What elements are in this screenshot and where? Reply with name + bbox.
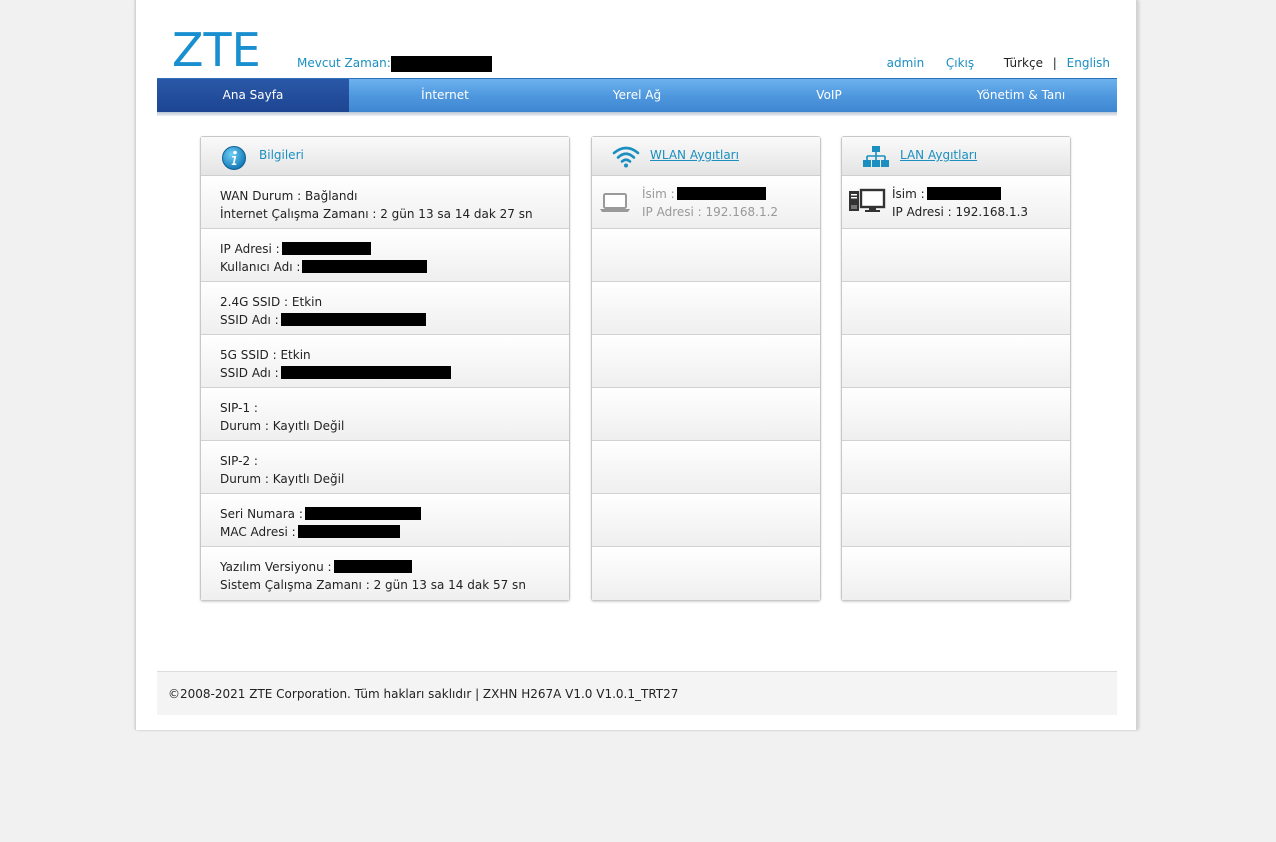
svg-text:ZTE: ZTE <box>172 26 261 72</box>
info-row-5g: 5G SSID : Etkin SSID Adı : <box>201 335 569 388</box>
info-panel: Bilgileri WAN Durum : Bağlandı İnternet … <box>200 136 570 601</box>
lan-device-ip-value: 192.168.1.3 <box>955 205 1029 219</box>
desktop-computer-icon <box>848 188 886 216</box>
sip2-label: SIP-2 <box>220 454 251 468</box>
info-icon <box>221 145 247 170</box>
lan-empty-row <box>842 229 1070 282</box>
ssid-24g-name-redacted <box>280 313 426 326</box>
current-time-label: Mevcut Zaman: <box>297 56 391 70</box>
wlan-device-ip-value: 192.168.1.2 <box>705 205 779 219</box>
wlan-empty-row <box>592 388 820 441</box>
zte-logo: ZTE <box>172 26 262 72</box>
wlan-device-name-redacted <box>676 187 766 200</box>
wlan-empty-row <box>592 494 820 547</box>
footer-copyright: ©2008-2021 ZTE Corporation. Tüm hakları … <box>168 687 679 701</box>
lan-device-ip-label: IP Adresi <box>892 205 944 219</box>
wlan-device-row[interactable]: İsim : IP Adresi : 192.168.1.2 <box>592 176 820 229</box>
software-version-label: Yazılım Versiyonu <box>220 560 324 574</box>
info-row-wan: WAN Durum : Bağlandı İnternet Çalışma Za… <box>201 176 569 229</box>
nav-internet[interactable]: İnternet <box>349 79 541 112</box>
sip2-status-value: Kayıtlı Değil <box>272 472 345 486</box>
lan-device-row[interactable]: İsim : IP Adresi : 192.168.1.3 <box>842 176 1070 229</box>
username-label: Kullanıcı Adı <box>220 260 293 274</box>
ssid-24g-value: Etkin <box>291 295 323 309</box>
info-panel-title: Bilgileri <box>259 148 304 162</box>
nav-yonetim-tani[interactable]: Yönetim & Tanı <box>925 79 1117 112</box>
ip-address-label: IP Adresi <box>220 242 272 256</box>
lan-empty-row <box>842 282 1070 335</box>
sip1-label: SIP-1 <box>220 401 251 415</box>
internet-uptime-value: 2 gün 13 sa 14 dak 27 sn <box>380 207 533 221</box>
ssid-24g-name-label: SSID Adı <box>220 313 271 327</box>
wlan-devices-link[interactable]: WLAN Aygıtları <box>650 148 739 162</box>
ssid-24g-label: 2.4G SSID <box>220 295 281 309</box>
laptop-icon <box>598 188 632 216</box>
lang-english-link[interactable]: English <box>1067 56 1110 70</box>
software-version-redacted <box>333 560 412 573</box>
wlan-empty-row <box>592 441 820 494</box>
main-nav: Ana Sayfa İnternet Yerel Ağ VoIP Yönetim… <box>157 78 1117 116</box>
ssid-5g-name-label: SSID Adı <box>220 366 271 380</box>
lan-device-name-label: İsim <box>892 187 917 201</box>
wlan-panel-header: WLAN Aygıtları <box>592 137 820 176</box>
current-time-value-redacted <box>391 56 492 72</box>
lan-devices-link[interactable]: LAN Aygıtları <box>900 148 977 162</box>
logout-link[interactable]: Çıkış <box>946 56 974 70</box>
lan-empty-row <box>842 547 1070 600</box>
top-links: admin Çıkış Türkçe | English <box>887 56 1110 70</box>
system-uptime-value: 2 gün 13 sa 14 dak 57 sn <box>373 578 526 592</box>
lan-empty-row <box>842 441 1070 494</box>
lan-panel-header: LAN Aygıtları <box>842 137 1070 176</box>
info-row-24g: 2.4G SSID : Etkin SSID Adı : <box>201 282 569 335</box>
lan-empty-row <box>842 335 1070 388</box>
footer: ©2008-2021 ZTE Corporation. Tüm hakları … <box>157 671 1117 715</box>
nav-voip[interactable]: VoIP <box>733 79 925 112</box>
wlan-empty-row <box>592 229 820 282</box>
ssid-5g-name-redacted <box>280 366 451 379</box>
lan-empty-row <box>842 494 1070 547</box>
lan-empty-row <box>842 388 1070 441</box>
admin-link[interactable]: admin <box>887 56 925 70</box>
internet-uptime-label: İnternet Çalışma Zamanı <box>220 207 369 221</box>
wan-status-label: WAN Durum <box>220 189 294 203</box>
network-icon <box>862 145 889 169</box>
wlan-panel: WLAN Aygıtları İsim : IP Adresi : 192.16… <box>591 136 821 601</box>
wlan-device-ip-label: IP Adresi <box>642 205 694 219</box>
ssid-5g-value: Etkin <box>280 348 311 362</box>
serial-number-label: Seri Numara <box>220 507 295 521</box>
nav-ana-sayfa[interactable]: Ana Sayfa <box>157 79 349 112</box>
system-uptime-label: Sistem Çalışma Zamanı <box>220 578 362 592</box>
nav-yerel-ag[interactable]: Yerel Ağ <box>541 79 733 112</box>
serial-number-redacted <box>304 507 421 520</box>
lan-device-name-redacted <box>926 187 1001 200</box>
wifi-icon <box>612 145 640 169</box>
wlan-device-name-label: İsim <box>642 187 667 201</box>
wlan-empty-row <box>592 547 820 600</box>
mac-address-redacted <box>297 525 400 538</box>
sip1-status-label: Durum <box>220 419 262 433</box>
info-row-sip2: SIP-2 : Durum : Kayıtlı Değil <box>201 441 569 494</box>
sip1-status-value: Kayıtlı Değil <box>272 419 345 433</box>
username-redacted <box>302 260 428 273</box>
ssid-5g-label: 5G SSID <box>220 348 269 362</box>
info-row-sip1: SIP-1 : Durum : Kayıtlı Değil <box>201 388 569 441</box>
info-row-software: Yazılım Versiyonu : Sistem Çalışma Zaman… <box>201 547 569 600</box>
mac-address-label: MAC Adresi <box>220 525 288 539</box>
lang-turkish[interactable]: Türkçe <box>1004 56 1043 70</box>
info-row-serial: Seri Numara : MAC Adresi : <box>201 494 569 547</box>
ip-address-redacted <box>281 242 371 255</box>
page-container: ZTE Mevcut Zaman: admin Çıkış Türkçe | E… <box>135 0 1137 730</box>
wlan-empty-row <box>592 282 820 335</box>
lang-separator: | <box>1052 56 1057 70</box>
info-panel-header: Bilgileri <box>201 137 569 176</box>
wlan-empty-row <box>592 335 820 388</box>
info-row-ip: IP Adresi : Kullanıcı Adı : <box>201 229 569 282</box>
sip2-status-label: Durum <box>220 472 262 486</box>
wan-status-value: Bağlandı <box>304 189 358 203</box>
lan-panel: LAN Aygıtları İsim : IP Adresi : 192.168… <box>841 136 1071 601</box>
